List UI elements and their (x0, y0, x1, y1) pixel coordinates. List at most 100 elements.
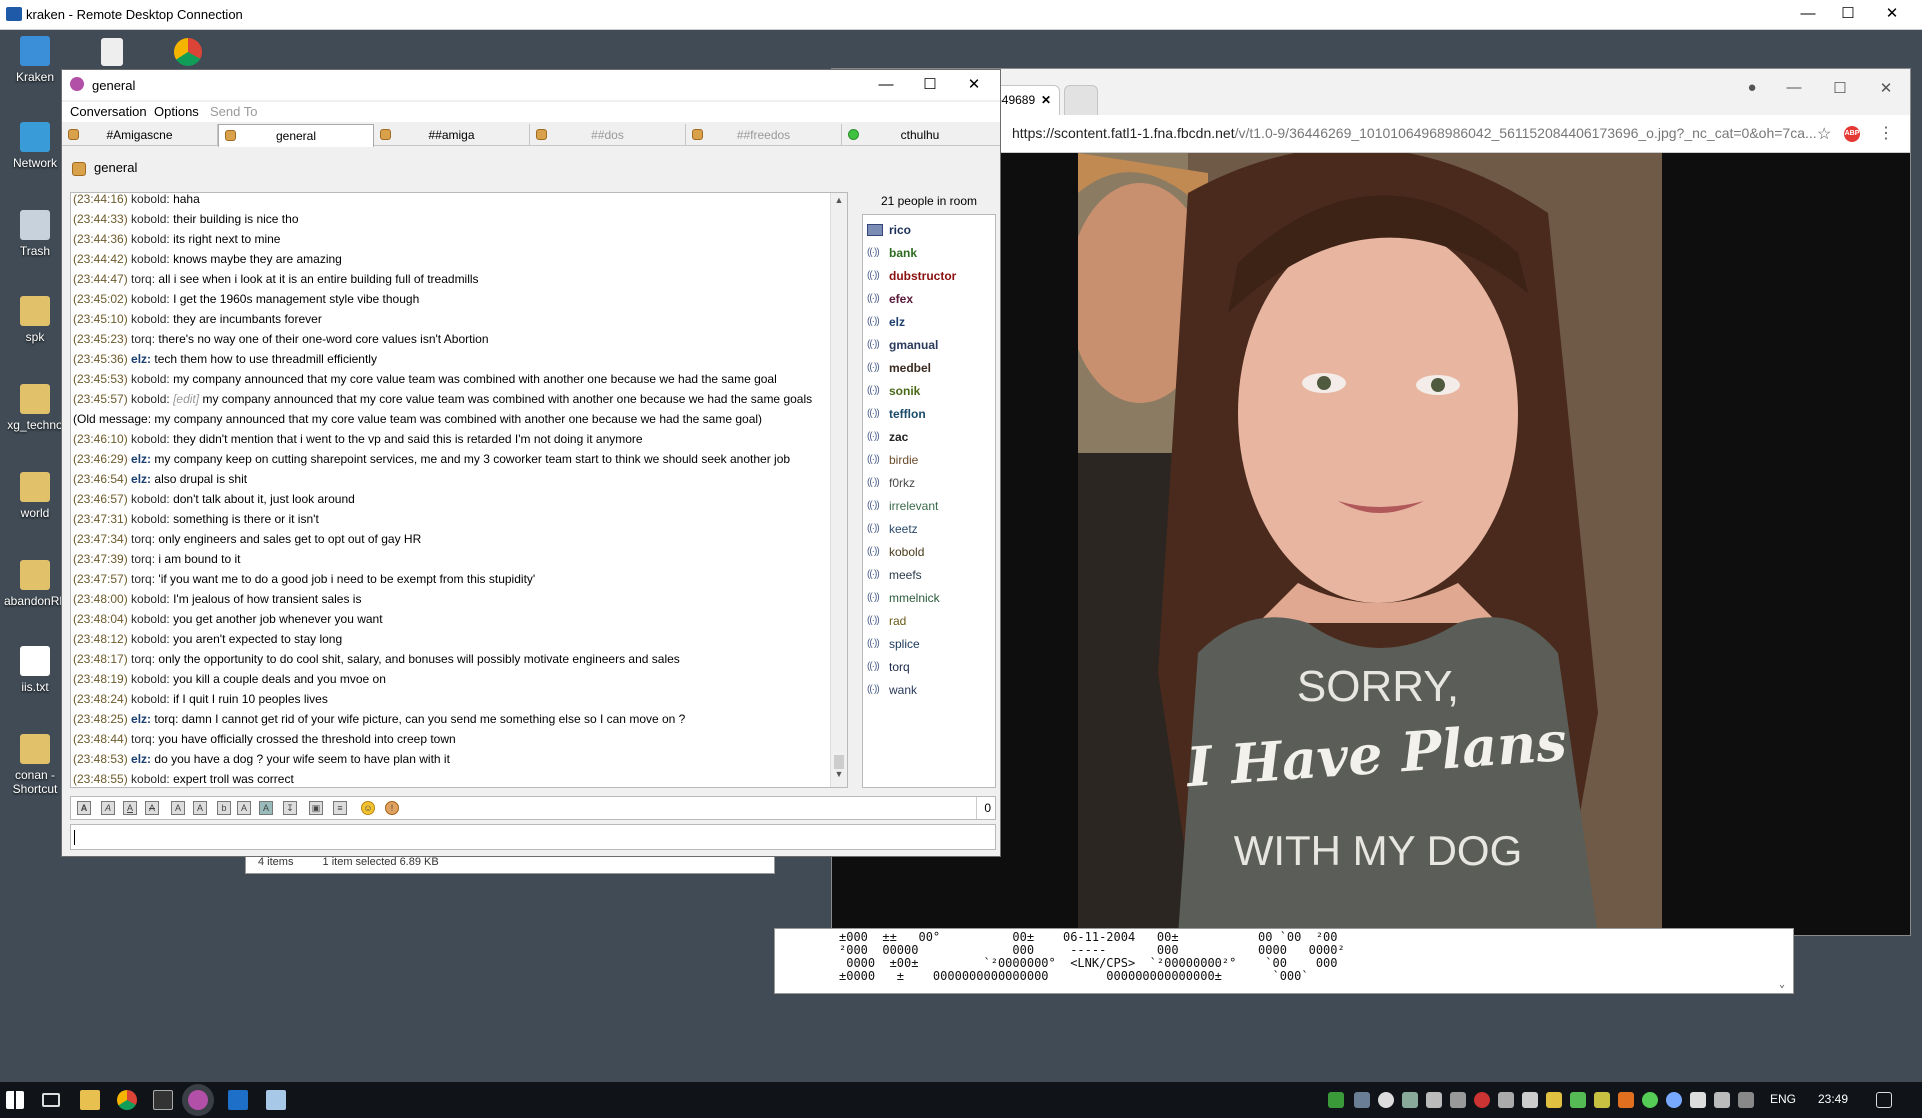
tray-info-icon[interactable] (1354, 1092, 1370, 1108)
message-nick[interactable]: elz: (131, 472, 151, 486)
message-nick[interactable]: kobold: (131, 692, 170, 706)
message-nick[interactable]: torq: (131, 572, 155, 586)
bold-icon[interactable]: A (77, 801, 91, 815)
strikethrough-icon[interactable]: A (145, 801, 159, 815)
user-list-item[interactable]: ((·)) elz (863, 311, 995, 334)
message-nick[interactable]: torq: (131, 552, 155, 566)
pidgin-taskbar-icon[interactable] (188, 1090, 208, 1110)
scroll-up-icon[interactable]: ▲ (831, 195, 847, 211)
volume-icon[interactable] (1498, 1092, 1514, 1108)
menu-send-to[interactable]: Send To (210, 104, 257, 119)
battery-icon[interactable] (1570, 1092, 1586, 1108)
tab-general[interactable]: general (218, 124, 374, 147)
browser-maximize-button[interactable]: ☐ (1822, 79, 1858, 97)
user-list-item[interactable]: ((·)) birdie (863, 449, 995, 472)
tab-dos[interactable]: ##dos (530, 124, 686, 146)
display-icon[interactable] (1522, 1092, 1538, 1108)
chat-minimize-button[interactable]: — (868, 74, 904, 96)
user-list-item[interactable]: ((·)) wank (863, 679, 995, 702)
user-list-item[interactable]: ((·)) sonik (863, 380, 995, 403)
tab-cthulhu[interactable]: cthulhu (842, 124, 998, 146)
tray-media-icon[interactable] (1474, 1092, 1490, 1108)
tray-usb-icon[interactable] (1690, 1092, 1706, 1108)
desktop-icon-chrome[interactable] (168, 38, 208, 70)
user-list-item[interactable]: ((·)) zac (863, 426, 995, 449)
desktop-icon[interactable]: conan - Shortcut (4, 734, 66, 796)
bookmark-star-icon[interactable]: ☆ (1817, 124, 1831, 144)
message-nick[interactable]: torq: (131, 272, 155, 286)
user-list-item[interactable]: ((·)) rad (863, 610, 995, 633)
message-nick[interactable]: torq: (131, 652, 155, 666)
message-nick[interactable]: kobold: (131, 212, 170, 226)
clear-formatting-icon[interactable]: ↧ (283, 801, 297, 815)
start-icon[interactable] (6, 1091, 24, 1109)
tab-amiga[interactable]: ##amiga (374, 124, 530, 146)
user-list-item[interactable]: ((·)) efex (863, 288, 995, 311)
message-nick[interactable]: kobold: (131, 372, 170, 386)
desktop-icon[interactable]: spk (4, 296, 66, 344)
desktop-icon[interactable]: iis.txt (4, 646, 66, 694)
underline-icon[interactable]: A (123, 801, 137, 815)
message-nick[interactable]: kobold: (131, 672, 170, 686)
message-nick[interactable]: torq: (131, 332, 155, 346)
tab-amigascne[interactable]: #Amigascne (62, 124, 218, 146)
tray-bluetooth-icon[interactable] (1714, 1092, 1730, 1108)
font-face-icon[interactable]: b (217, 801, 231, 815)
user-list-item[interactable]: ((·)) tefflon (863, 403, 995, 426)
message-log-scrollbar[interactable]: ▲ ▼ (830, 193, 847, 787)
new-tab-button[interactable] (1064, 85, 1098, 115)
italic-icon[interactable]: A (101, 801, 115, 815)
insert-image-icon[interactable]: ▣ (309, 801, 323, 815)
filezilla-icon[interactable] (1618, 1092, 1634, 1108)
cloud-icon[interactable] (1378, 1092, 1394, 1108)
task-view-icon[interactable] (42, 1093, 60, 1107)
menu-options[interactable]: Options (154, 104, 199, 119)
message-input[interactable] (70, 824, 996, 850)
user-list-item[interactable]: ((·)) dubstructor (863, 265, 995, 288)
tray-sync-icon[interactable] (1402, 1092, 1418, 1108)
user-list-item[interactable]: rico (863, 219, 995, 242)
message-nick[interactable]: kobold: (131, 193, 170, 206)
tray-security-icon[interactable] (1594, 1092, 1610, 1108)
desktop-icon[interactable]: Network (4, 122, 66, 170)
message-nick[interactable]: kobold: (131, 392, 170, 406)
message-nick[interactable]: kobold: (131, 432, 170, 446)
file-explorer-icon[interactable] (80, 1090, 100, 1110)
browser-minimize-button[interactable]: — (1776, 79, 1812, 96)
user-list-item[interactable]: ((·)) keetz (863, 518, 995, 541)
desktop-icon[interactable]: Trash (4, 210, 66, 258)
tray-vpn-icon[interactable] (1642, 1092, 1658, 1108)
notification-icon[interactable] (1876, 1092, 1892, 1108)
message-nick[interactable]: kobold: (131, 512, 170, 526)
scrollbar-thumb[interactable] (834, 755, 844, 769)
browser-close-button[interactable]: ✕ (1868, 79, 1904, 97)
language-indicator[interactable]: ENG (1770, 1092, 1796, 1106)
tray-printer-icon[interactable] (1450, 1092, 1466, 1108)
font-size-down-icon[interactable]: A (193, 801, 207, 815)
profile-icon[interactable]: ● (1734, 79, 1770, 96)
attention-icon[interactable]: ! (385, 801, 399, 815)
browser-menu-icon[interactable]: ⋮ (1878, 123, 1894, 143)
desktop-icon[interactable]: xg_techno (4, 384, 66, 432)
background-color-icon[interactable]: A (259, 801, 273, 815)
font-size-up-icon[interactable]: A (171, 801, 185, 815)
desktop-icon-document[interactable] (92, 38, 132, 70)
foreground-color-icon[interactable]: A (237, 801, 251, 815)
rdp-maximize-button[interactable]: ☐ (1828, 2, 1868, 26)
user-list-item[interactable]: ((·)) medbel (863, 357, 995, 380)
mail-icon[interactable] (1546, 1092, 1562, 1108)
message-nick[interactable]: kobold: (131, 772, 170, 786)
url-text[interactable]: https://scontent.fatl1-1.fna.fbcdn.net/v… (1012, 125, 1817, 141)
tray-update-icon[interactable] (1666, 1092, 1682, 1108)
menu-conversation[interactable]: Conversation (70, 104, 147, 119)
message-nick[interactable]: kobold: (131, 632, 170, 646)
message-nick[interactable]: kobold: (131, 232, 170, 246)
message-nick[interactable]: kobold: (131, 252, 170, 266)
message-nick[interactable]: torq: (131, 532, 155, 546)
remote-desktop-icon[interactable] (266, 1090, 286, 1110)
message-nick[interactable]: elz: (131, 752, 151, 766)
desktop-icon[interactable]: abandonRE (4, 560, 67, 608)
message-nick[interactable]: elz: (131, 352, 151, 366)
user-list-item[interactable]: ((·)) meefs (863, 564, 995, 587)
tab-close-icon[interactable]: ✕ (1041, 86, 1051, 114)
